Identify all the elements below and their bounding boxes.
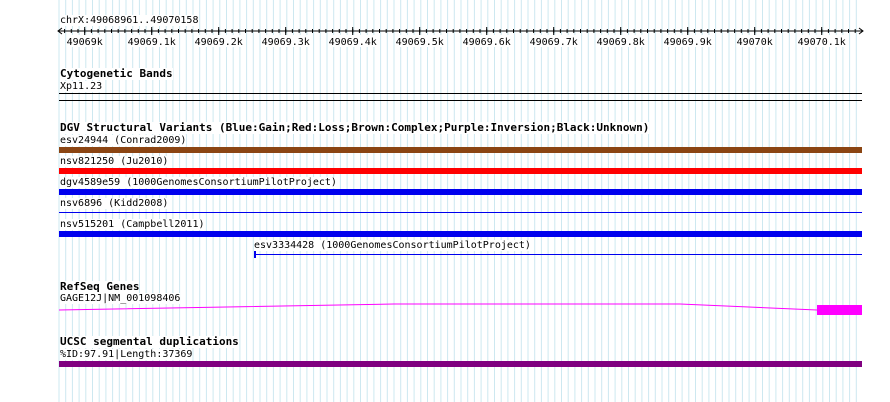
variant-label-nsv515201[interactable]: nsv515201 (Campbell2011) bbox=[60, 219, 205, 230]
refseq-track-title: RefSeq Genes bbox=[60, 280, 140, 293]
variant-start-tick-esv3334428 bbox=[254, 251, 256, 258]
ruler-tick-label: 49070k bbox=[737, 37, 773, 48]
variant-line-esv3334428[interactable] bbox=[254, 254, 862, 255]
ruler-tick-label: 49069.8k bbox=[597, 37, 645, 48]
variant-bar-nsv515201[interactable] bbox=[59, 231, 862, 237]
variant-bar-dgv4589e59[interactable] bbox=[59, 189, 862, 195]
variant-label-nsv821250[interactable]: nsv821250 (Ju2010) bbox=[60, 156, 169, 167]
ruler-axis[interactable]: 49069k 49069.1k 49069.2k 49069.3k 49069.4k 49… bbox=[0, 26, 890, 48]
segdup-track-title: UCSC segmental duplications bbox=[60, 335, 239, 348]
gene-exon bbox=[817, 305, 862, 315]
ruler-tick-label: 49069.7k bbox=[530, 37, 578, 48]
ruler-tick-label: 49069.9k bbox=[664, 37, 712, 48]
dgv-track-title: DGV Structural Variants (Blue:Gain;Red:L… bbox=[60, 121, 650, 134]
ruler-tick-label: 49069.2k bbox=[195, 37, 243, 48]
variant-label-dgv4589e59[interactable]: dgv4589e59 (1000GenomesConsortiumPilotPr… bbox=[60, 177, 337, 188]
ruler-tick-label: 49070.1k bbox=[798, 37, 846, 48]
ruler-tick-label: 49069.4k bbox=[329, 37, 377, 48]
variant-label-esv24944[interactable]: esv24944 (Conrad2009) bbox=[60, 135, 187, 146]
variant-bar-nsv821250[interactable] bbox=[59, 168, 862, 174]
ruler-tick-label: 49069.6k bbox=[463, 37, 511, 48]
ruler-tick-label: 49069.3k bbox=[262, 37, 310, 48]
segdup-bar[interactable] bbox=[59, 361, 862, 367]
variant-line-nsv6896[interactable] bbox=[59, 212, 862, 213]
segdup-label[interactable]: %ID:97.91|Length:37369 bbox=[60, 349, 193, 360]
genome-browser-tracks: chrX:49068961..49070158 49069k 49069.1k 49… bbox=[0, 0, 890, 402]
ruler-tick-label: 49069.5k bbox=[396, 37, 444, 48]
variant-label-nsv6896[interactable]: nsv6896 (Kidd2008) bbox=[60, 198, 169, 209]
variant-bar-esv24944[interactable] bbox=[59, 147, 862, 153]
cytoband-upper-line bbox=[59, 93, 862, 94]
ruler-tick-label: 49069k bbox=[67, 37, 103, 48]
cytoband-label[interactable]: Xp11.23 bbox=[60, 81, 103, 92]
ruler-tick-label: 49069.1k bbox=[128, 37, 176, 48]
gene-intron-line bbox=[58, 303, 818, 311]
cytoband-track-title: Cytogenetic Bands bbox=[60, 67, 173, 80]
gene-model-gage12j[interactable] bbox=[0, 296, 890, 320]
variant-label-esv3334428[interactable]: esv3334428 (1000GenomesConsortiumPilotPr… bbox=[254, 240, 531, 251]
region-label: chrX:49068961..49070158 bbox=[60, 15, 199, 26]
cytoband-lower-line bbox=[59, 100, 862, 101]
